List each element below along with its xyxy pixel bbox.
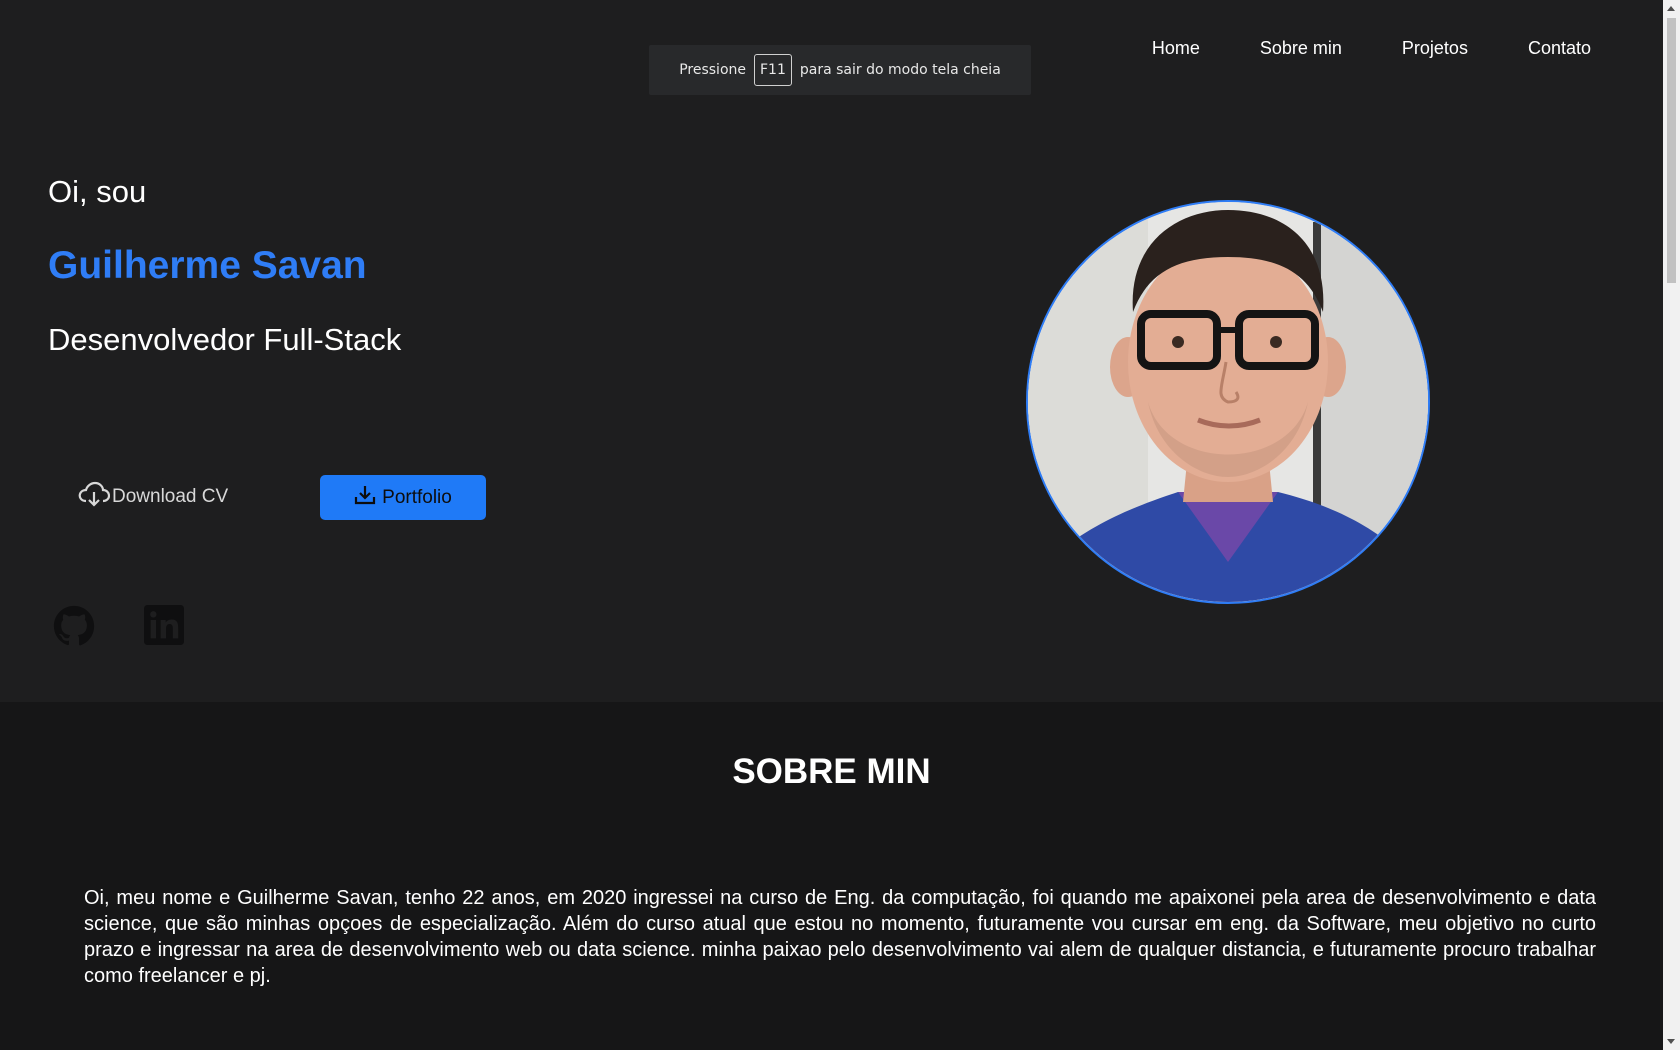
linkedin-icon	[144, 605, 184, 649]
page: Home Sobre min Projetos Contato Pression…	[0, 0, 1663, 1050]
toast-prefix: Pressione	[679, 62, 746, 78]
main-nav: Home Sobre min Projetos Contato	[1092, 38, 1591, 59]
toast-suffix: para sair do modo tela cheia	[799, 62, 1001, 78]
scrollbar-thumb[interactable]	[1667, 18, 1676, 283]
download-cv-label: Download CV	[112, 486, 229, 507]
profile-photo	[1026, 200, 1430, 604]
linkedin-link[interactable]	[144, 605, 184, 650]
nav-home[interactable]: Home	[1152, 38, 1200, 59]
download-icon	[354, 485, 382, 511]
download-cv-button[interactable]: Download CV	[78, 481, 228, 513]
github-icon	[53, 605, 95, 651]
nav-projetos[interactable]: Projetos	[1402, 38, 1468, 59]
github-link[interactable]	[53, 605, 95, 652]
about-section: SOBRE MIN Oi, meu nome e Guilherme Savan…	[0, 702, 1663, 1050]
about-title: SOBRE MIN	[732, 752, 931, 791]
hero-greeting: Oi, sou	[48, 174, 147, 209]
toast-key: F11	[754, 54, 792, 86]
portfolio-button[interactable]: Portfolio	[320, 475, 486, 520]
about-text: Oi, meu nome e Guilherme Savan, tenho 22…	[84, 887, 1596, 987]
scroll-up-icon[interactable]	[1667, 6, 1675, 11]
nav-contato[interactable]: Contato	[1528, 38, 1591, 59]
hero-role: Desenvolvedor Full-Stack	[48, 322, 402, 357]
cloud-download-icon	[78, 481, 112, 513]
portfolio-label: Portfolio	[382, 486, 452, 508]
nav-sobre-min[interactable]: Sobre min	[1260, 38, 1342, 59]
scroll-down-icon[interactable]	[1667, 1039, 1675, 1044]
hero-name: Guilherme Savan	[48, 244, 367, 287]
fullscreen-toast: Pressione F11 para sair do modo tela che…	[649, 45, 1031, 95]
scrollbar[interactable]	[1663, 0, 1680, 1050]
